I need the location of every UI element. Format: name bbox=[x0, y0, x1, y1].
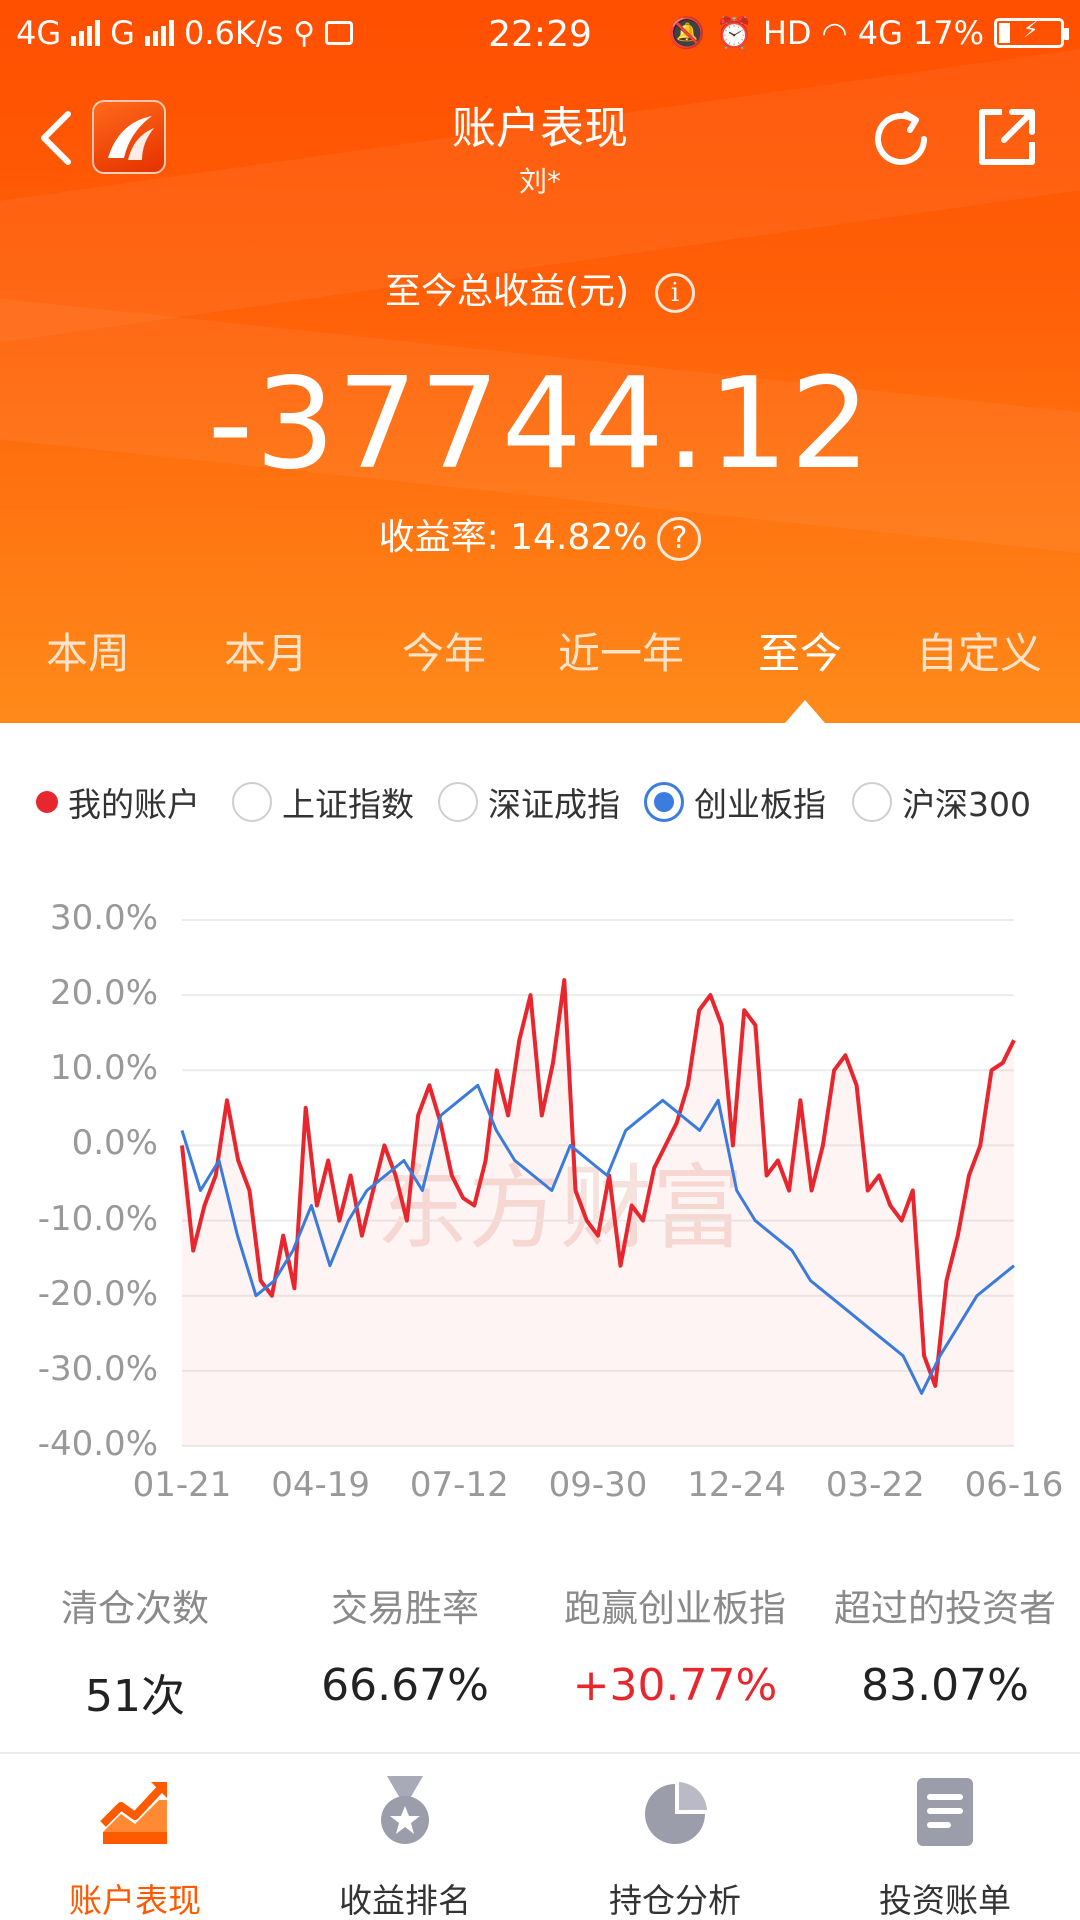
mute-notifications-icon: 🔕 bbox=[668, 15, 706, 51]
return-rate-row: 收益率: 14.82%? bbox=[0, 508, 1080, 561]
stat-win-rate: 交易胜率 66.67% bbox=[270, 1578, 540, 1711]
network-type-3: 4G bbox=[857, 14, 903, 52]
tab-custom[interactable]: 自定义 bbox=[916, 620, 1042, 681]
app-root: 4G G 0.6K/s ⚲ 22:29 🔕 ⏰ HD ◠ 4G 17% ⚡ 账户… bbox=[0, 0, 1080, 1920]
total-profit-label: 至今总收益(元) bbox=[384, 271, 630, 312]
legend-option-label: 沪深300 bbox=[902, 785, 1031, 824]
alarm-icon: ⏰ bbox=[715, 15, 753, 51]
tab-last-year[interactable]: 近一年 bbox=[558, 620, 684, 681]
legend-my-account-label: 我的账户 bbox=[68, 785, 200, 824]
document-list-icon bbox=[917, 1778, 973, 1846]
stat-label: 清仓次数 bbox=[61, 1587, 209, 1630]
stat-outperform-index: 跑赢创业板指 +30.77% bbox=[540, 1578, 810, 1711]
radio-icon[interactable] bbox=[438, 782, 478, 822]
stat-close-count: 清仓次数 51次 bbox=[0, 1578, 270, 1724]
stat-label: 超过的投资者 bbox=[834, 1587, 1056, 1630]
share-icon[interactable] bbox=[974, 104, 1040, 170]
bottom-nav-ranking[interactable]: 收益排名 bbox=[270, 1772, 540, 1920]
chart-plot: 东方财富 bbox=[180, 919, 1016, 1447]
legend-option-csi300[interactable]: 沪深300 bbox=[852, 778, 1031, 826]
legend-option-label: 上证指数 bbox=[282, 785, 414, 824]
legend-option-chinext[interactable]: 创业板指 bbox=[644, 778, 826, 826]
legend-option-label: 创业板指 bbox=[694, 785, 826, 824]
bottom-nav-label: 收益排名 bbox=[339, 1881, 471, 1920]
medal-icon bbox=[381, 1776, 429, 1844]
return-rate-label: 收益率: bbox=[378, 517, 499, 558]
legend-option-szse[interactable]: 深证成指 bbox=[438, 778, 620, 826]
bottom-navigation: 账户表现 收益排名 持仓分析 投资账单 bbox=[0, 1752, 1080, 1920]
active-tab-indicator bbox=[785, 700, 825, 723]
stat-label: 交易胜率 bbox=[331, 1587, 479, 1630]
battery-percent: 17% bbox=[912, 14, 984, 52]
hd-indicator: HD bbox=[762, 14, 812, 52]
stat-value: 51次 bbox=[85, 1671, 185, 1722]
total-profit-label-row: 至今总收益(元) i bbox=[0, 262, 1080, 314]
pie-chart-icon bbox=[645, 1782, 707, 1844]
bottom-nav-label: 投资账单 bbox=[879, 1881, 1011, 1920]
bottom-nav-label: 账户表现 bbox=[69, 1881, 201, 1920]
bottom-nav-label: 持仓分析 bbox=[609, 1881, 741, 1920]
legend-option-sse[interactable]: 上证指数 bbox=[232, 778, 414, 826]
tab-this-week[interactable]: 本周 bbox=[46, 620, 130, 681]
stat-label: 跑赢创业板指 bbox=[564, 1587, 786, 1630]
tab-to-date[interactable]: 至今 bbox=[758, 620, 842, 681]
stats-row: 清仓次数 51次 交易胜率 66.67% 跑赢创业板指 +30.77% 超过的投… bbox=[0, 1578, 1080, 1728]
bottom-nav-performance[interactable]: 账户表现 bbox=[0, 1772, 270, 1920]
info-icon[interactable]: i bbox=[655, 273, 696, 313]
performance-chart: 30.0% 20.0% 10.0% 0.0% -10.0% -20.0% -30.0% -40… bbox=[0, 880, 1080, 1520]
stat-beat-investors: 超过的投资者 83.07% bbox=[810, 1578, 1080, 1711]
trend-chart-icon bbox=[100, 1782, 167, 1844]
period-tabs: 本周 本月 今年 近一年 至今 自定义 bbox=[0, 620, 1080, 700]
bottom-nav-statement[interactable]: 投资账单 bbox=[810, 1772, 1080, 1920]
stat-value: 66.67% bbox=[321, 1660, 489, 1711]
tab-this-month[interactable]: 本月 bbox=[224, 620, 308, 681]
wifi-icon: ◠ bbox=[821, 15, 848, 51]
help-icon[interactable]: ? bbox=[657, 517, 702, 561]
stat-value: 83.07% bbox=[861, 1660, 1029, 1711]
status-bar: 4G G 0.6K/s ⚲ 22:29 🔕 ⏰ HD ◠ 4G 17% ⚡ bbox=[0, 0, 1080, 74]
legend-my-account: 我的账户 bbox=[36, 778, 200, 826]
legend-option-label: 深证成指 bbox=[488, 785, 620, 824]
red-dot-icon bbox=[36, 791, 58, 813]
return-rate-value: 14.82% bbox=[510, 517, 648, 558]
chart-legend: 我的账户 上证指数 深证成指 创业板指 沪深300 bbox=[0, 778, 1080, 834]
tab-this-year[interactable]: 今年 bbox=[402, 620, 486, 681]
radio-selected-icon[interactable] bbox=[644, 782, 684, 822]
bottom-nav-holdings[interactable]: 持仓分析 bbox=[540, 1772, 810, 1920]
total-profit-value: -37744.12 bbox=[207, 350, 873, 497]
stat-value: +30.77% bbox=[572, 1660, 778, 1711]
battery-icon: ⚡ bbox=[994, 18, 1069, 48]
refresh-icon[interactable] bbox=[866, 104, 936, 174]
radio-icon[interactable] bbox=[232, 782, 272, 822]
radio-icon[interactable] bbox=[852, 782, 892, 822]
